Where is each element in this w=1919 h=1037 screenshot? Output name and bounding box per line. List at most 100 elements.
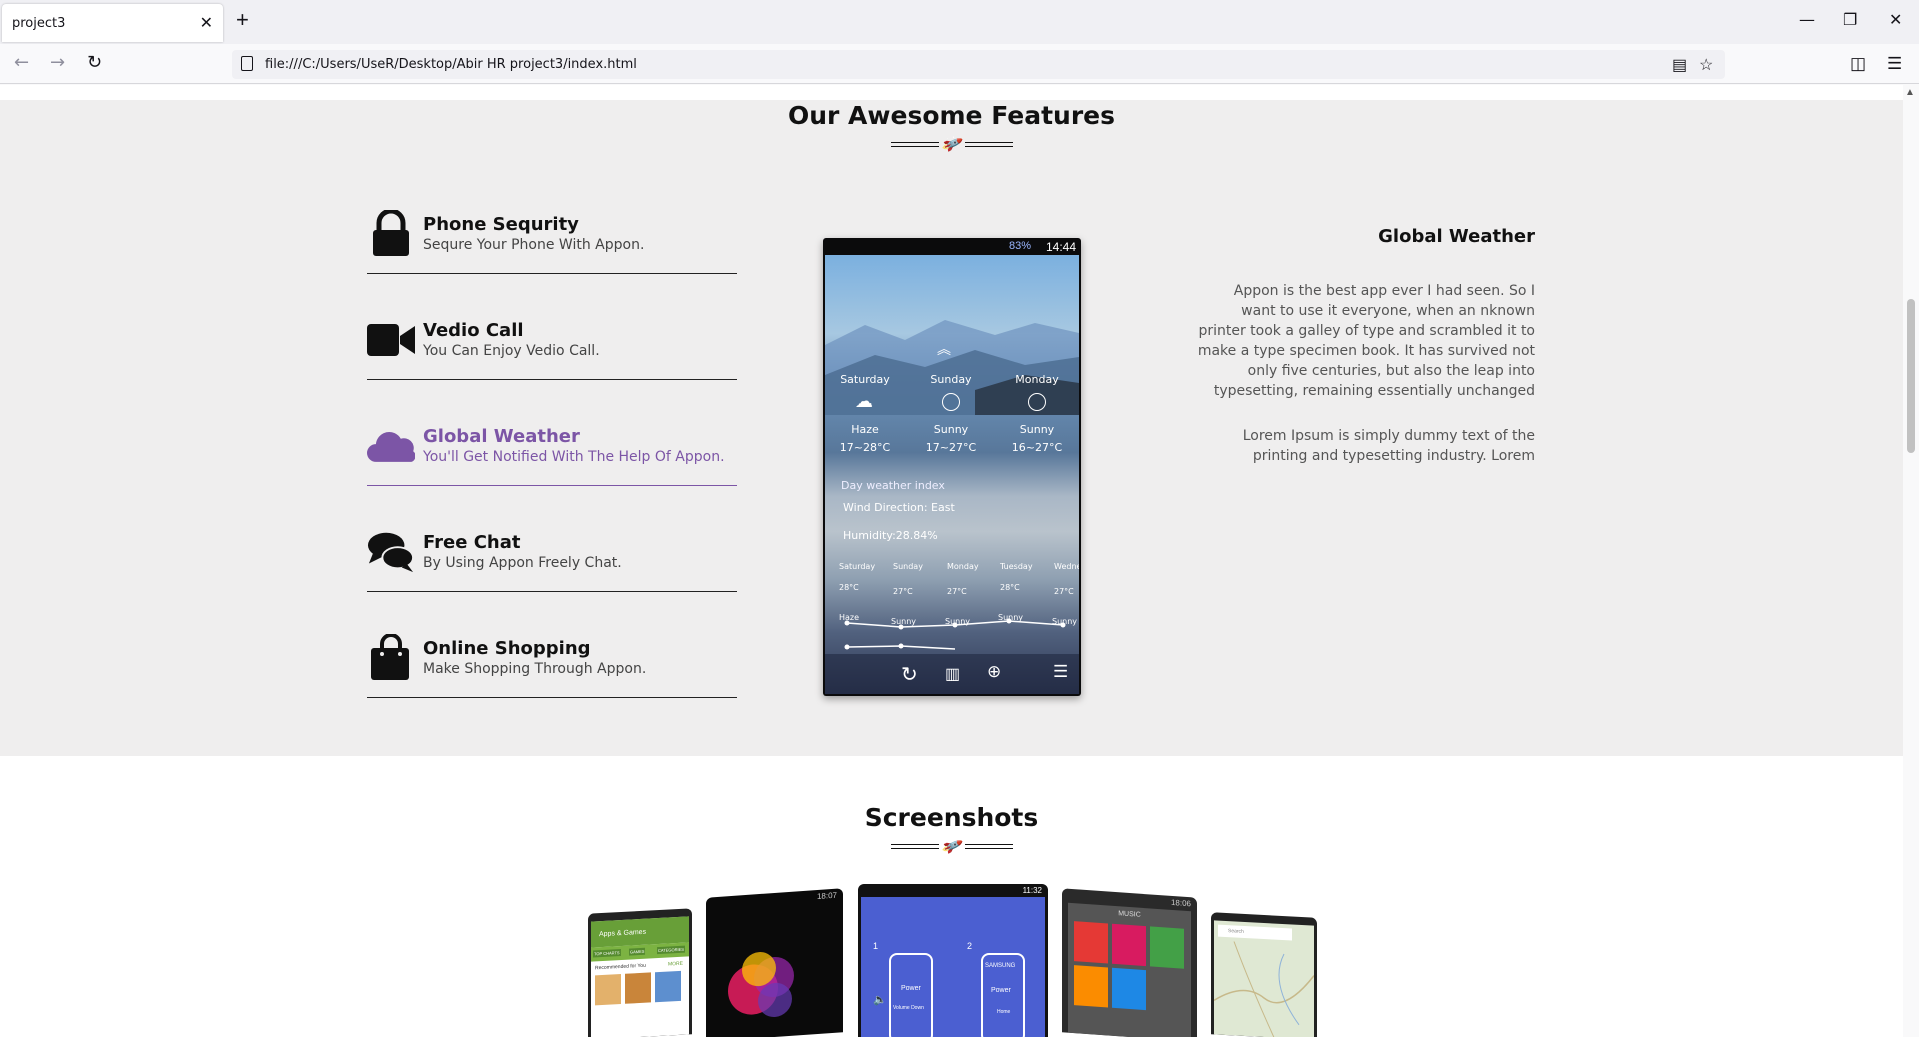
tab-title: project3 xyxy=(12,16,66,31)
map-search-input: Search xyxy=(1218,924,1292,941)
feature-item-online-shopping[interactable]: Online Shopping Make Shopping Through Ap… xyxy=(367,626,737,698)
power-label: Power xyxy=(991,987,1011,994)
phone-time: 18:06 xyxy=(1170,897,1191,909)
feature-item-video-call[interactable]: Vedio Call You Can Enjoy Vedio Call. xyxy=(367,308,737,380)
bookmark-star-icon[interactable]: ☆ xyxy=(1699,55,1713,75)
day-label: Saturday xyxy=(840,373,890,386)
chart-icon: ▥ xyxy=(945,666,961,683)
temperature-graph xyxy=(844,618,1066,650)
refresh-icon: ↻ xyxy=(901,664,918,686)
feature-title: Online Shopping xyxy=(423,638,591,659)
detail-paragraph: Lorem Ipsum is simply dummy text of the … xyxy=(1242,428,1535,464)
weather-index-label: Day weather index xyxy=(841,479,945,492)
url-text[interactable]: file:///C:/Users/UseR/Desktop/Abir HR pr… xyxy=(265,57,637,72)
feature-subtitle: Make Shopping Through Appon. xyxy=(423,661,647,677)
video-camera-icon xyxy=(367,324,415,356)
scrollbar-thumb[interactable] xyxy=(1907,299,1915,453)
screenshot-maps-app[interactable]: Search xyxy=(1211,912,1317,1037)
reader-view-icon[interactable]: ▤ xyxy=(1672,55,1687,75)
scroll-up-icon[interactable]: ▲ xyxy=(1905,87,1915,98)
power-label: Power xyxy=(901,985,921,992)
feature-title: Global Weather xyxy=(423,426,580,447)
page-viewport: Our Awesome Features 🚀 Phone Sequrity Se… xyxy=(0,85,1903,1037)
weather-phone-mockup: 83% 14:44 ︽ Saturday Sunday Monday ☁ Haz… xyxy=(823,238,1081,696)
close-window-icon[interactable]: ✕ xyxy=(1889,10,1902,29)
browser-tab-bar: project3 ✕ + — ❐ ✕ xyxy=(0,0,1919,44)
wind-direction: Wind Direction: East xyxy=(843,501,955,514)
condition-label: Sunny xyxy=(933,423,969,436)
cloud-icon xyxy=(367,431,415,462)
reload-icon[interactable]: ↻ xyxy=(87,52,102,73)
week-day: Saturday xyxy=(839,562,876,571)
speaker-icon: 🔈 xyxy=(873,994,887,1006)
feature-subtitle: By Using Appon Freely Chat. xyxy=(423,555,622,571)
battery-level: 83% xyxy=(1008,240,1031,252)
detail-paragraph: Appon is the best app ever I had seen. S… xyxy=(1197,283,1535,399)
title-divider: 🚀 xyxy=(890,835,1013,858)
week-day: Wednes xyxy=(1054,562,1079,571)
condition-label: Haze xyxy=(851,423,879,436)
chat-bubbles-icon xyxy=(367,532,415,573)
title-divider: 🚀 xyxy=(890,133,1013,156)
features-title: Our Awesome Features xyxy=(787,101,1116,130)
day-label: Monday xyxy=(1015,373,1059,386)
feature-subtitle: Sequre Your Phone With Appon. xyxy=(423,237,645,253)
home-label: Home xyxy=(997,1009,1011,1015)
menu-icon[interactable]: ☰ xyxy=(1887,54,1902,74)
temp-range: 17~28°C xyxy=(839,441,891,454)
temp-range: 17~27°C xyxy=(925,441,977,454)
lock-icon xyxy=(373,210,409,256)
detail-title: Global Weather xyxy=(1378,226,1535,247)
feature-subtitle: You Can Enjoy Vedio Call. xyxy=(423,343,600,359)
restore-window-icon[interactable]: ❐ xyxy=(1843,10,1857,29)
store-tab: TOP CHARTS xyxy=(593,949,621,958)
rocket-icon: 🚀 xyxy=(939,133,964,156)
rocket-icon: 🚀 xyxy=(939,835,964,858)
feature-item-phone-security[interactable]: Phone Sequrity Sequre Your Phone With Ap… xyxy=(367,202,737,274)
back-arrow-icon[interactable]: ← xyxy=(14,52,29,73)
minimize-window-icon[interactable]: — xyxy=(1799,10,1815,29)
screenshot-app-store[interactable]: Apps & Games TOP CHARTS GAMES CATEGORIES… xyxy=(588,908,692,1037)
feature-subtitle: You'll Get Notified With The Help Of App… xyxy=(423,449,725,465)
sun-icon xyxy=(1028,393,1046,411)
phone-status-bar: 83% 14:44 xyxy=(823,238,1081,255)
more-link: MORE xyxy=(668,960,683,968)
volume-label: Volume Down xyxy=(893,1005,924,1011)
step-number: 1 xyxy=(873,941,879,951)
feature-title: Phone Sequrity xyxy=(423,214,579,235)
pocket-icon[interactable]: ◫ xyxy=(1850,54,1866,74)
week-day: Monday xyxy=(947,562,979,571)
browser-tab[interactable]: project3 ✕ xyxy=(2,4,223,42)
store-tab: GAMES xyxy=(629,947,646,956)
chevron-up-icon: ︽ xyxy=(937,342,951,358)
shopping-bag-icon xyxy=(371,634,409,680)
phone-time: 11:32 xyxy=(1022,886,1042,895)
day-label: Sunday xyxy=(930,373,972,386)
phone-time: 18:07 xyxy=(816,890,837,902)
screenshot-dark-app[interactable]: 18:07 xyxy=(706,888,843,1037)
weather-app-screen: ︽ Saturday Sunday Monday ☁ Haze Sunny Su… xyxy=(825,255,1079,694)
page-scrollbar[interactable]: ▲ xyxy=(1903,85,1919,1037)
menu-icon: ☰ xyxy=(1053,662,1069,681)
address-bar[interactable]: file:///C:/Users/UseR/Desktop/Abir HR pr… xyxy=(232,50,1725,79)
haze-cloud-icon: ☁ xyxy=(855,391,873,412)
forward-arrow-icon[interactable]: → xyxy=(50,52,65,73)
file-icon xyxy=(241,56,253,71)
step-number: 2 xyxy=(967,941,973,951)
sun-icon xyxy=(942,393,960,411)
phone-time: 14:44 xyxy=(1045,240,1076,254)
map-roads xyxy=(1214,941,1314,1037)
temp-range: 16~27°C xyxy=(1011,441,1063,454)
screenshots-title: Screenshots xyxy=(864,803,1039,832)
feature-title: Free Chat xyxy=(423,532,521,553)
condition-label: Sunny xyxy=(1019,423,1055,436)
humidity: Humidity:28.84% xyxy=(843,529,938,542)
features-section: Our Awesome Features 🚀 Phone Sequrity Se… xyxy=(0,100,1903,756)
feature-item-global-weather[interactable]: Global Weather You'll Get Notified With … xyxy=(367,414,737,486)
feature-item-free-chat[interactable]: Free Chat By Using Appon Freely Chat. xyxy=(367,520,737,592)
new-tab-button[interactable]: + xyxy=(236,9,249,31)
week-day: Tuesday xyxy=(1000,562,1033,571)
screenshot-music-app[interactable]: 18:06 MUSIC xyxy=(1062,888,1197,1037)
screenshot-samsung-guide[interactable]: 11:32 1 2 Power Power SAMSUNG Volume Dow… xyxy=(858,884,1048,1037)
close-tab-icon[interactable]: ✕ xyxy=(200,13,213,33)
